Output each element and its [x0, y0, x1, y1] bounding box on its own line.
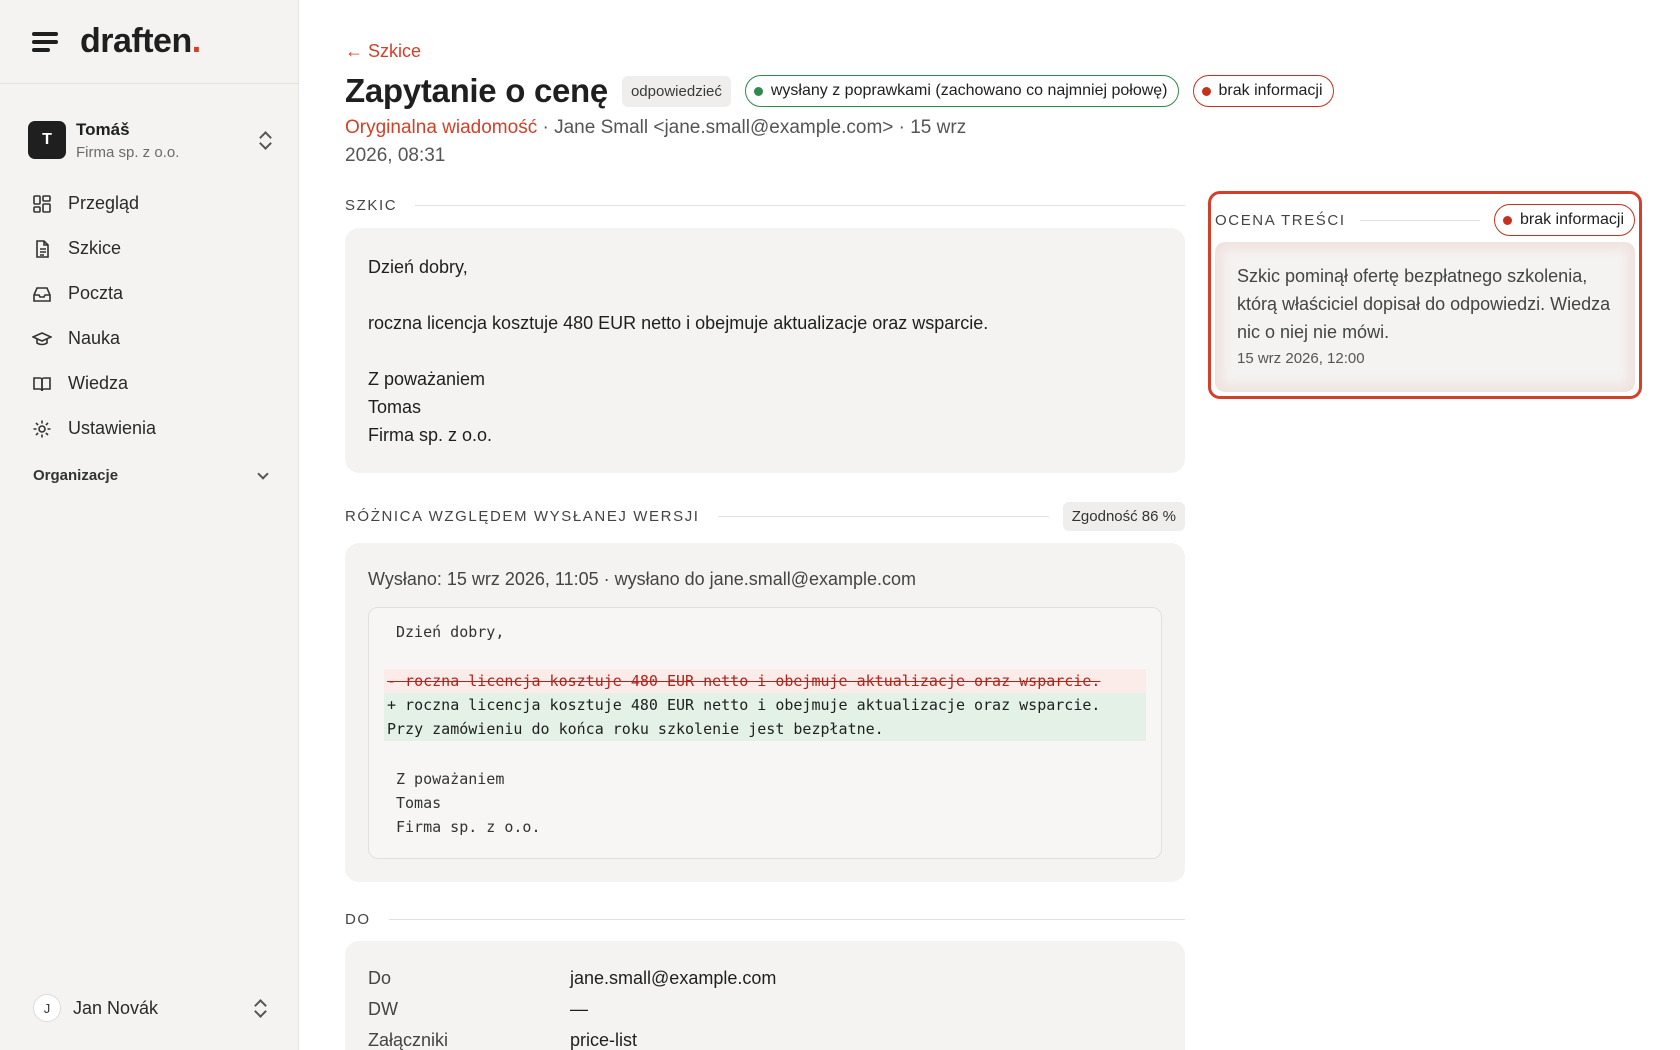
inbox-icon [32, 284, 52, 304]
org-company: Firma sp. z o.o. [76, 143, 180, 161]
sidebar-item-label: Przegląd [68, 193, 140, 213]
organizations-toggle[interactable]: Organizacje [33, 467, 269, 484]
recipient-value: — [570, 999, 588, 1019]
section-title: DO [345, 911, 371, 928]
section-title: SZKIC [345, 197, 398, 214]
assessment-badge: brak informacji [1493, 204, 1635, 236]
draft-signature-name: Tomas [368, 397, 422, 417]
sidebar-item-wiedza[interactable]: Wiedza [24, 361, 274, 406]
org-name: Tomáš [76, 119, 130, 139]
sidebar-item-label: Poczta [68, 283, 124, 303]
info-badge: brak informacji [1192, 75, 1334, 107]
logo[interactable]: draften. [80, 22, 201, 61]
diff-line-added: Przy zamówieniu do końca roku szkolenie … [384, 717, 1146, 741]
recipient-value: jane.small@example.com [570, 968, 777, 988]
chevron-down-icon [257, 467, 269, 480]
draft-body: Dzień dobry, roczna licencja kosztuje 48… [345, 228, 1185, 474]
sidebar-item-label: Wiedza [68, 373, 129, 393]
warning-dot-icon [1502, 215, 1512, 225]
sidebar-item-szkice[interactable]: Szkice [24, 226, 274, 271]
diff-card: Wysłano: 15 wrz 2026, 11:05 · wysłano do… [345, 543, 1185, 882]
organizations-label: Organizacje [33, 467, 119, 484]
original-message-link[interactable]: Oryginalna wiadomość [345, 117, 537, 138]
avatar: J [33, 994, 61, 1022]
assessment-card: Szkic pominął ofertę bezpłatnego szkolen… [1215, 242, 1635, 392]
diff-line: Tomas [396, 794, 442, 812]
page-title: Zapytanie o cenę [345, 72, 608, 109]
menu-icon[interactable] [32, 31, 58, 52]
recipient-row: Do jane.small@example.com [368, 963, 1162, 994]
recipients-body: Do jane.small@example.com DW — Załącznik… [345, 941, 1185, 1050]
graduation-cap-icon [32, 329, 52, 349]
assessment-text: Szkic pominął ofertę bezpłatnego szkolen… [1237, 266, 1611, 342]
diff-line: Z poważaniem [396, 770, 505, 788]
diff-line: Firma sp. z o.o. [396, 818, 541, 836]
info-badge-label: brak informacji [1218, 82, 1323, 99]
status-badge-label: wysłany z poprawkami (zachowano co najmn… [770, 82, 1168, 99]
sent-info: Wysłano: 15 wrz 2026, 11:05 · wysłano do… [368, 569, 917, 589]
sidebar-item-label: Szkice [68, 238, 122, 258]
title-row: Zapytanie o cenę odpowiedzieć wysłany z … [345, 72, 1334, 110]
diff-line: Dzień dobry, [396, 623, 505, 641]
attachment-link[interactable]: price-list [570, 1025, 637, 1050]
warning-dot-icon [1201, 86, 1211, 96]
draft-greeting: Dzień dobry, [368, 257, 468, 277]
status-dot-icon [753, 86, 763, 96]
sidebar-item-ustawienia[interactable]: Ustawienia [24, 406, 274, 451]
sidebar-item-label: Ustawienia [68, 418, 157, 438]
draft-signoff: Z poważaniem [368, 369, 486, 389]
recipient-key: Załączniki [368, 1030, 449, 1050]
recipient-row: DW — [368, 994, 1162, 1025]
diff-view: Dzień dobry, - roczna licencja kosztuje … [368, 607, 1162, 859]
chevron-up-down-icon [253, 998, 267, 1018]
recipients-section-label: DO [345, 911, 1185, 928]
sidebar-item-poczta[interactable]: Poczta [24, 271, 274, 316]
sidebar-item-przeglad[interactable]: Przegląd [24, 181, 274, 226]
document-icon [32, 239, 52, 259]
assessment-badge-label: brak informacji [1519, 211, 1624, 228]
assessment-title: OCENA TREŚCI [1215, 211, 1346, 229]
logo-dot: . [191, 22, 201, 60]
back-link[interactable]: ← Szkice [345, 41, 421, 62]
draft-section-label: SZKIC [345, 197, 1185, 214]
sidebar: draften. T Tomáš Firma sp. z o.o. Przegl… [0, 0, 299, 1050]
draft-text: roczna licencja kosztuje 480 EUR netto i… [368, 313, 989, 333]
chevron-up-down-icon [258, 130, 272, 150]
book-icon [32, 374, 52, 394]
diff-line-removed: - roczna licencja kosztuje 480 EUR netto… [384, 669, 1146, 693]
type-chip: odpowiedzieć [621, 75, 731, 107]
draft-signature-company: Firma sp. z o.o. [368, 425, 493, 445]
dashboard-icon [32, 194, 52, 214]
user-name: Jan Novák [73, 997, 159, 1018]
recipient-key: Do [368, 968, 392, 988]
brand-bar: draften. [0, 0, 298, 84]
assessment-header: OCENA TREŚCI brak informacji [1215, 204, 1635, 236]
user-menu[interactable]: J Jan Novák [33, 992, 267, 1024]
sidebar-item-label: Nauka [68, 328, 121, 348]
similarity-badge: Zgodność 86 % [1062, 502, 1185, 531]
content-assessment-panel: OCENA TREŚCI brak informacji Szkic pomin… [1208, 191, 1642, 399]
org-switcher[interactable]: T Tomáš Firma sp. z o.o. [28, 114, 272, 166]
assessment-timestamp: 15 wrz 2026, 12:00 [1237, 350, 1365, 367]
gear-icon [32, 419, 52, 439]
draft-card: Dzień dobry, roczna licencja kosztuje 48… [345, 228, 1185, 473]
recipients-card: Do jane.small@example.com DW — Załącznik… [345, 941, 1185, 1050]
message-meta: Oryginalna wiadomość · Jane Small <jane.… [345, 114, 985, 170]
diff-line-added: + roczna licencja kosztuje 480 EUR netto… [384, 693, 1146, 717]
diff-section-label: RÓŻNICA WZGLĘDEM WYSŁANEJ WERSJI Zgodnoś… [345, 502, 1185, 531]
recipient-key: DW [368, 999, 398, 1019]
recipient-row: Załączniki price-list [368, 1025, 1162, 1050]
org-avatar: T [28, 121, 66, 159]
sidebar-item-nauka[interactable]: Nauka [24, 316, 274, 361]
section-title: RÓŻNICA WZGLĘDEM WYSŁANEJ WERSJI [345, 508, 700, 525]
sidebar-nav: Przegląd Szkice Poczta Nauka Wiedza Usta… [24, 181, 274, 451]
status-badge: wysłany z poprawkami (zachowano co najmn… [744, 75, 1179, 107]
logo-text: draften [80, 22, 192, 60]
